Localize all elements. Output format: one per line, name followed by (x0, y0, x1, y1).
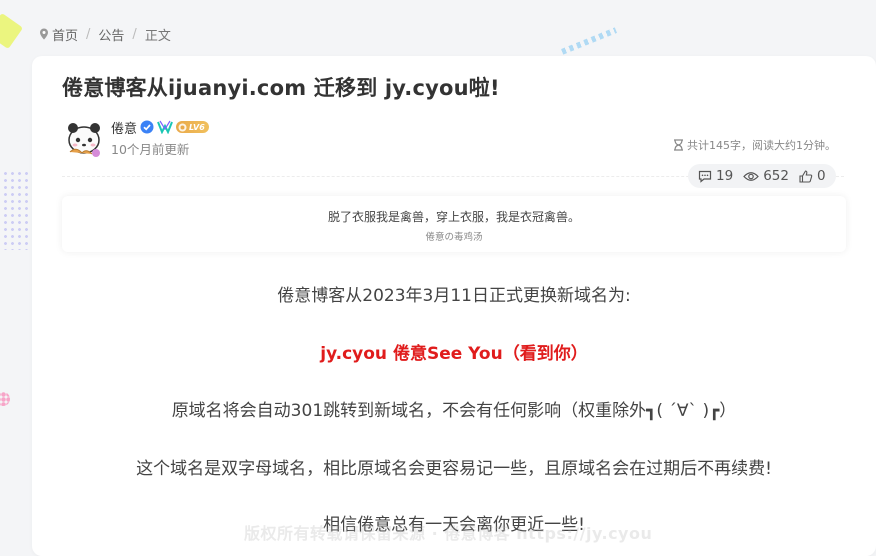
copyright-watermark: 版权所有转载请保留来源 · 倦意博客 https://jy.cyou (244, 524, 653, 543)
article-card: 倦意博客从ijuanyi.com 迁移到 jy.cyou啦! 倦意 LV6 10… (32, 56, 876, 556)
quote-source: 倦意の毒鸡汤 (425, 232, 483, 243)
comment-count-value: 19 (716, 168, 734, 184)
paragraph: 这个域名是双字母域名，相比原域名会更容易记一些，且原域名会在过期后不再续费! (136, 459, 772, 479)
decor-shape (0, 12, 24, 50)
author-name[interactable]: 倦意 (111, 118, 137, 137)
breadcrumb-separator: / (132, 26, 137, 42)
level-icon (178, 123, 187, 131)
breadcrumb-home[interactable]: 首页 (52, 25, 78, 44)
breadcrumb: 首页 / 公告 / 正文 (39, 25, 171, 44)
location-pin-icon (40, 28, 48, 40)
reading-meta-text: 共计145字，阅读大约1分钟。 (687, 139, 836, 152)
view-count: 652 (743, 168, 789, 184)
comment-icon (698, 170, 712, 183)
paragraph: 原域名将会自动301跳转到新域名，不会有任何影响（权重除外┓( ´∀` )┏） (171, 401, 737, 421)
level-badge: LV6 (176, 121, 209, 133)
paragraph: 倦意博客从2023年3月11日正式更换新域名为: (277, 286, 631, 306)
comment-count[interactable]: 19 (698, 168, 733, 184)
vip-icon (157, 120, 173, 134)
decor-dots-pink (0, 392, 10, 406)
level-badge-label: LV6 (189, 122, 205, 132)
like-count-value: 0 (816, 168, 826, 184)
author-avatar[interactable] (64, 118, 104, 158)
post-title: 倦意博客从ijuanyi.com 迁移到 jy.cyou啦! (62, 76, 500, 100)
eye-icon (743, 171, 760, 181)
update-time: 10个月前更新 (111, 142, 190, 157)
post-stats: 19 652 0 (688, 164, 836, 188)
hourglass-icon (674, 139, 683, 151)
thumbs-up-icon (799, 169, 813, 183)
verified-icon (140, 120, 154, 134)
panda-avatar-icon (65, 119, 103, 157)
view-count-value: 652 (763, 168, 789, 184)
author-row: 倦意 LV6 (111, 118, 209, 137)
breadcrumb-separator: / (86, 26, 91, 42)
breadcrumb-announcement[interactable]: 公告 (98, 25, 124, 44)
decor-dots (2, 170, 32, 250)
like-count[interactable]: 0 (799, 168, 826, 184)
paragraph-highlight: jy.cyou 倦意See You（看到你） (320, 344, 588, 364)
quote-text: 脱了衣服我是禽兽，穿上衣服，我是衣冠禽兽。 (327, 210, 580, 224)
breadcrumb-current: 正文 (144, 28, 171, 44)
reading-meta: 共计145字，阅读大约1分钟。 (673, 137, 836, 153)
decor-dashes (560, 27, 618, 55)
quote-box: 脱了衣服我是禽兽，穿上衣服，我是衣冠禽兽。 倦意の毒鸡汤 (62, 196, 846, 252)
